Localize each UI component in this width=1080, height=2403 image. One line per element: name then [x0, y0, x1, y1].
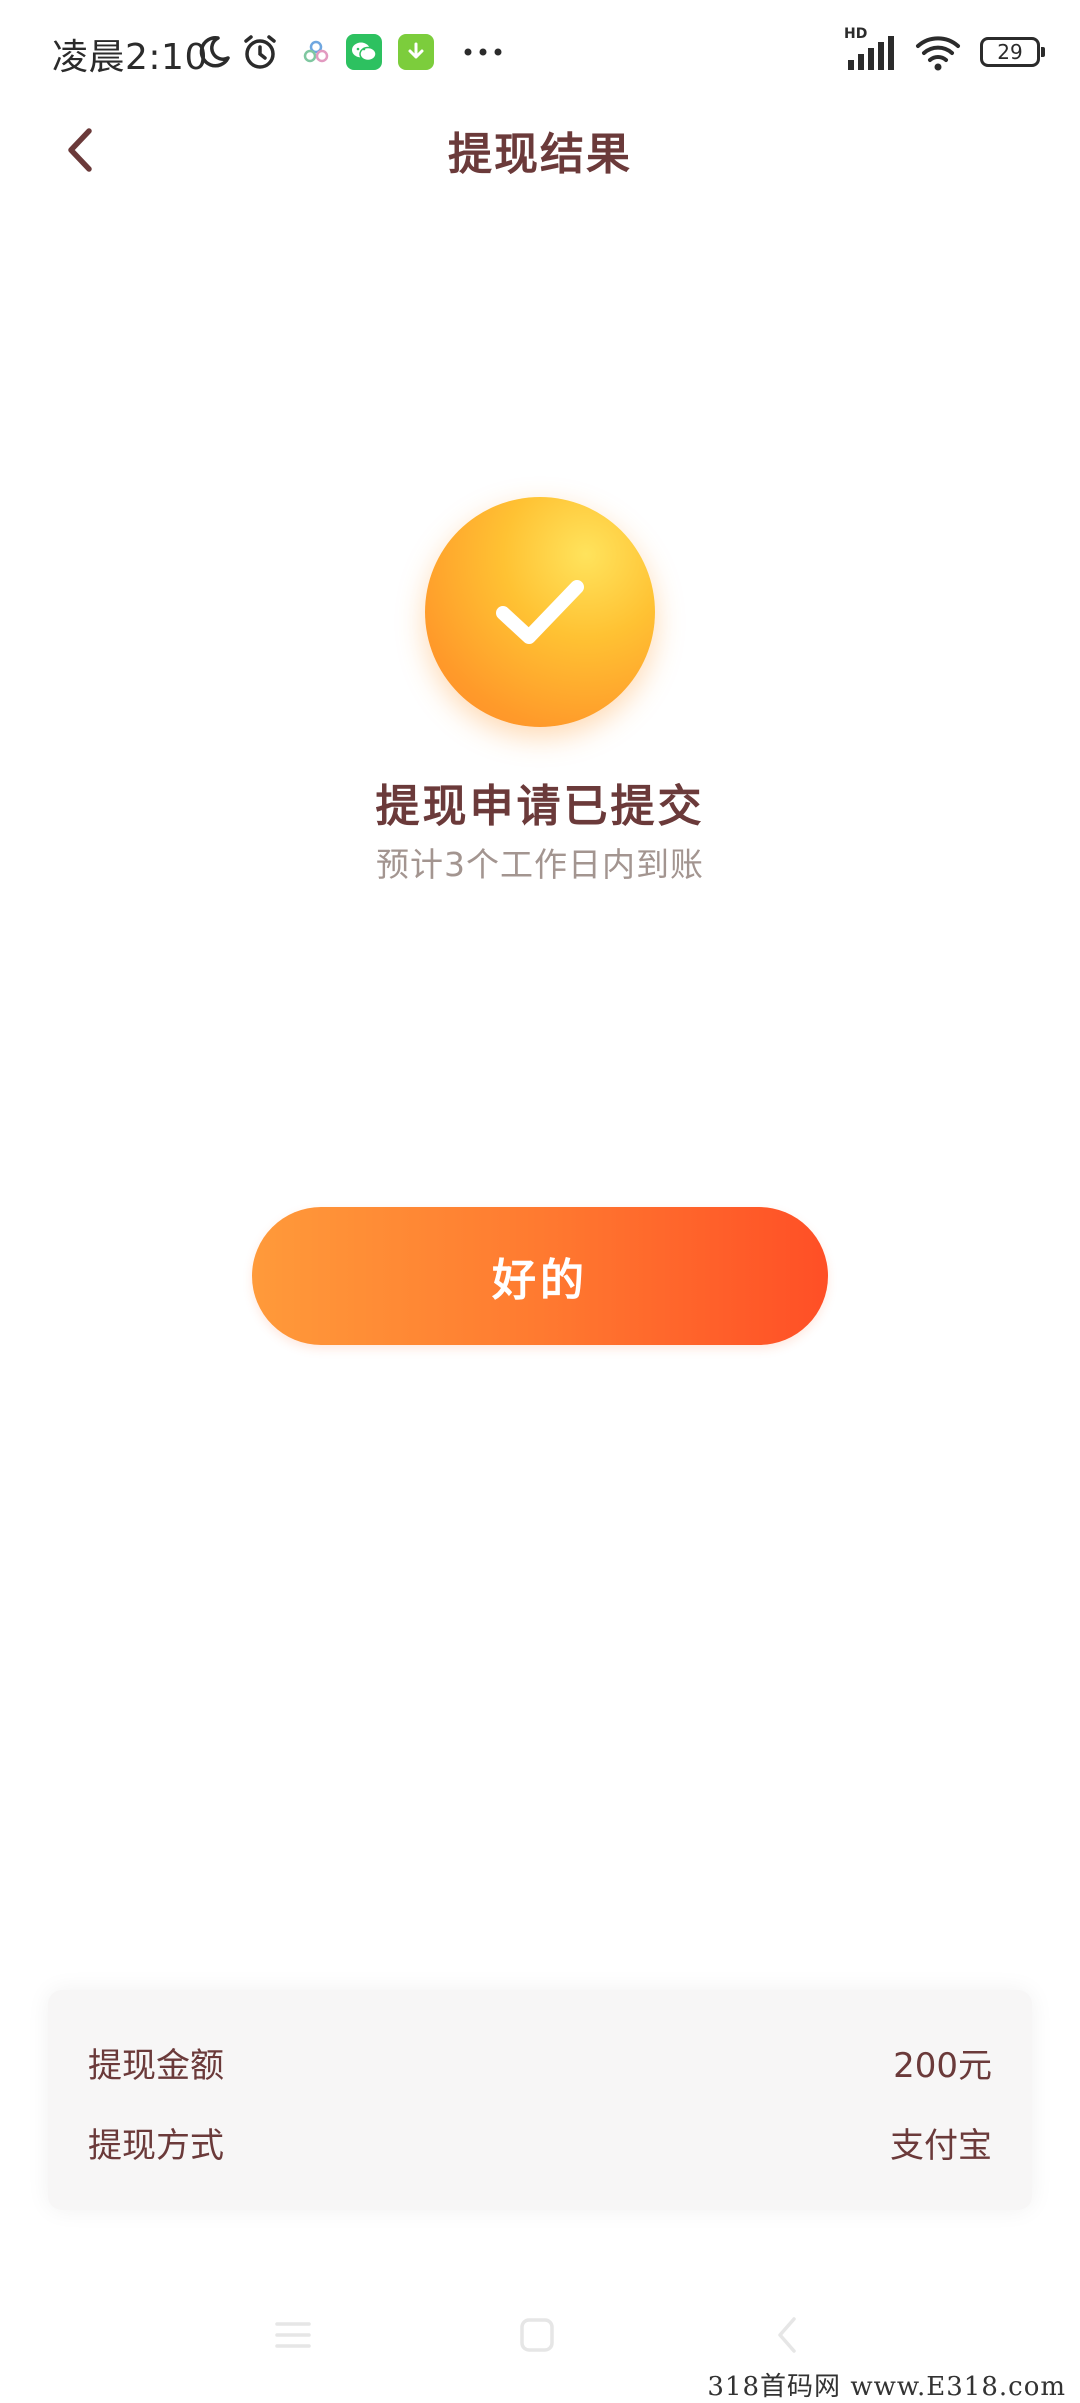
status-bar: 凌晨2:10 HD 29: [0, 0, 1080, 100]
download-icon: [394, 30, 438, 74]
battery-level: 29: [997, 40, 1023, 64]
detail-row-amount: 提现金额 200元: [88, 2032, 992, 2092]
system-nav-bar: [0, 2300, 1080, 2370]
check-icon: [496, 580, 584, 644]
result-title: 提现申请已提交: [375, 781, 705, 832]
detail-value: 支付宝: [890, 2125, 992, 2166]
home-icon[interactable]: [512, 2310, 562, 2360]
menu-icon[interactable]: [268, 2310, 318, 2360]
status-indicators: HD 29: [844, 26, 1045, 74]
detail-row-method: 提现方式 支付宝: [88, 2112, 992, 2172]
detail-value: 200元: [893, 2045, 992, 2086]
detail-label: 提现金额: [88, 2045, 224, 2086]
success-badge: [425, 497, 655, 727]
ok-button[interactable]: 好的: [252, 1207, 828, 1345]
more-icon: [458, 30, 508, 74]
watermark: 318首码网 www.E318.com: [707, 2372, 1066, 2402]
withdrawal-details-card: 提现金额 200元 提现方式 支付宝: [48, 1990, 1032, 2210]
alarm-icon: [238, 30, 282, 74]
app-icon: [294, 30, 338, 74]
wifi-icon: [914, 32, 962, 72]
ok-button-label: 好的: [492, 1255, 588, 1306]
signal-icon: HD: [844, 26, 896, 72]
status-time: 凌晨2:10: [52, 37, 208, 78]
page-title: 提现结果: [448, 129, 632, 180]
wechat-icon: [342, 30, 386, 74]
moon-icon: [192, 30, 236, 74]
detail-label: 提现方式: [88, 2125, 224, 2166]
battery-icon: 29: [980, 37, 1045, 67]
result-subtitle: 预计3个工作日内到账: [376, 845, 704, 884]
back-icon[interactable]: [762, 2310, 812, 2360]
